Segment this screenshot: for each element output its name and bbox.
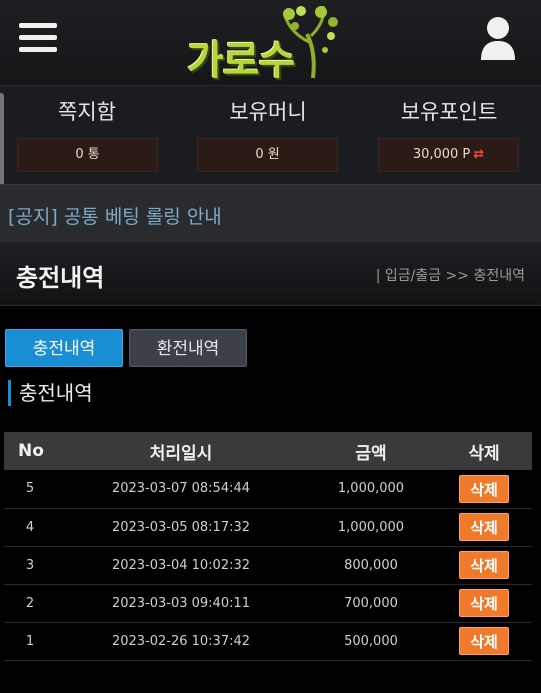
stat-value: 0 통 xyxy=(75,147,100,162)
stat-value-box: 0 원 xyxy=(197,138,338,172)
stat-title: 쪽지함 xyxy=(58,100,116,124)
hamburger-menu-icon[interactable] xyxy=(19,23,57,55)
delete-button[interactable]: 삭제 xyxy=(459,627,509,655)
row-delete-cell: 삭제 xyxy=(436,622,532,660)
row-delete-cell: 삭제 xyxy=(436,584,532,622)
table-row: 3 2023-03-04 10:02:32 800,000 삭제 xyxy=(4,546,532,584)
row-amount: 700,000 xyxy=(344,595,398,611)
stat-value-box: 0 통 xyxy=(17,138,158,172)
row-date: 2023-03-05 08:17:32 xyxy=(111,519,251,535)
breadcrumb: | 입금/출금 >> 충전내역 xyxy=(375,268,525,284)
row-delete-cell: 삭제 xyxy=(436,546,532,584)
stat-title: 보유포인트 xyxy=(400,100,498,124)
row-delete-cell: 삭제 xyxy=(436,508,532,546)
top-bar: 가로수 xyxy=(0,0,541,86)
delete-button[interactable]: 삭제 xyxy=(459,474,509,503)
column-header-amount: 금액 xyxy=(355,443,387,464)
side-drawer-handle[interactable] xyxy=(0,93,4,197)
notice-text[interactable]: [공지] 공통 베팅 롤링 안내 xyxy=(8,202,222,229)
column-header-no: No xyxy=(18,441,44,461)
table-header-row: No 처리일시 금액 삭제 xyxy=(4,432,532,470)
logo-text: 가로수 xyxy=(187,38,295,84)
page-header: 충전내역 | 입금/출금 >> 충전내역 xyxy=(0,242,541,306)
row-amount: 1,000,000 xyxy=(337,519,405,535)
user-icon[interactable] xyxy=(480,16,516,60)
row-date: 2023-03-04 10:02:32 xyxy=(111,557,251,573)
tab-exchange-history[interactable]: 환전내역 xyxy=(129,329,247,367)
delete-button[interactable]: 삭제 xyxy=(459,513,509,541)
column-header-date: 처리일시 xyxy=(149,443,213,464)
section-subheading: 충전내역 xyxy=(8,380,93,406)
column-header-delete: 삭제 xyxy=(468,443,500,464)
stat-title: 보유머니 xyxy=(229,100,307,124)
delete-button[interactable]: 삭제 xyxy=(459,551,509,579)
row-delete-cell: 삭제 xyxy=(436,470,532,508)
stat-value: 0 원 xyxy=(255,147,280,162)
row-amount: 500,000 xyxy=(344,633,398,649)
swap-arrows-icon[interactable]: ⇄ xyxy=(473,147,484,162)
charge-history-table: No 처리일시 금액 삭제 5 2023-03-07 08:54:44 1,00… xyxy=(4,432,532,661)
row-no: 1 xyxy=(25,633,35,649)
table-row: 4 2023-03-05 08:17:32 1,000,000 삭제 xyxy=(4,508,532,546)
stat-value-box: 30,000 P ⇄ xyxy=(378,138,519,172)
table-row: 5 2023-03-07 08:54:44 1,000,000 삭제 xyxy=(4,470,532,508)
row-amount: 1,000,000 xyxy=(337,481,405,497)
page-title: 충전내역 xyxy=(16,264,105,292)
table-row: 2 2023-03-03 09:40:11 700,000 삭제 xyxy=(4,584,532,622)
row-no: 4 xyxy=(25,519,35,535)
account-stats: 쪽지함 0 통 보유머니 0 원 보유포인트 30,000 P ⇄ xyxy=(0,86,541,184)
tab-charge-history[interactable]: 충전내역 xyxy=(5,329,123,367)
row-no: 5 xyxy=(25,481,35,497)
row-date: 2023-02-26 10:37:42 xyxy=(111,633,251,649)
delete-button[interactable]: 삭제 xyxy=(459,589,509,617)
row-amount: 800,000 xyxy=(344,557,398,573)
notice-bar[interactable]: [공지] 공통 베팅 롤링 안내 xyxy=(0,184,541,242)
table-row: 1 2023-02-26 10:37:42 500,000 삭제 xyxy=(4,622,532,660)
row-no: 3 xyxy=(25,557,35,573)
site-logo[interactable]: 가로수 xyxy=(185,6,355,84)
row-no: 2 xyxy=(25,595,35,611)
stat-value: 30,000 P xyxy=(412,147,471,162)
row-date: 2023-03-07 08:54:44 xyxy=(111,481,251,497)
row-date: 2023-03-03 09:40:11 xyxy=(111,595,251,611)
